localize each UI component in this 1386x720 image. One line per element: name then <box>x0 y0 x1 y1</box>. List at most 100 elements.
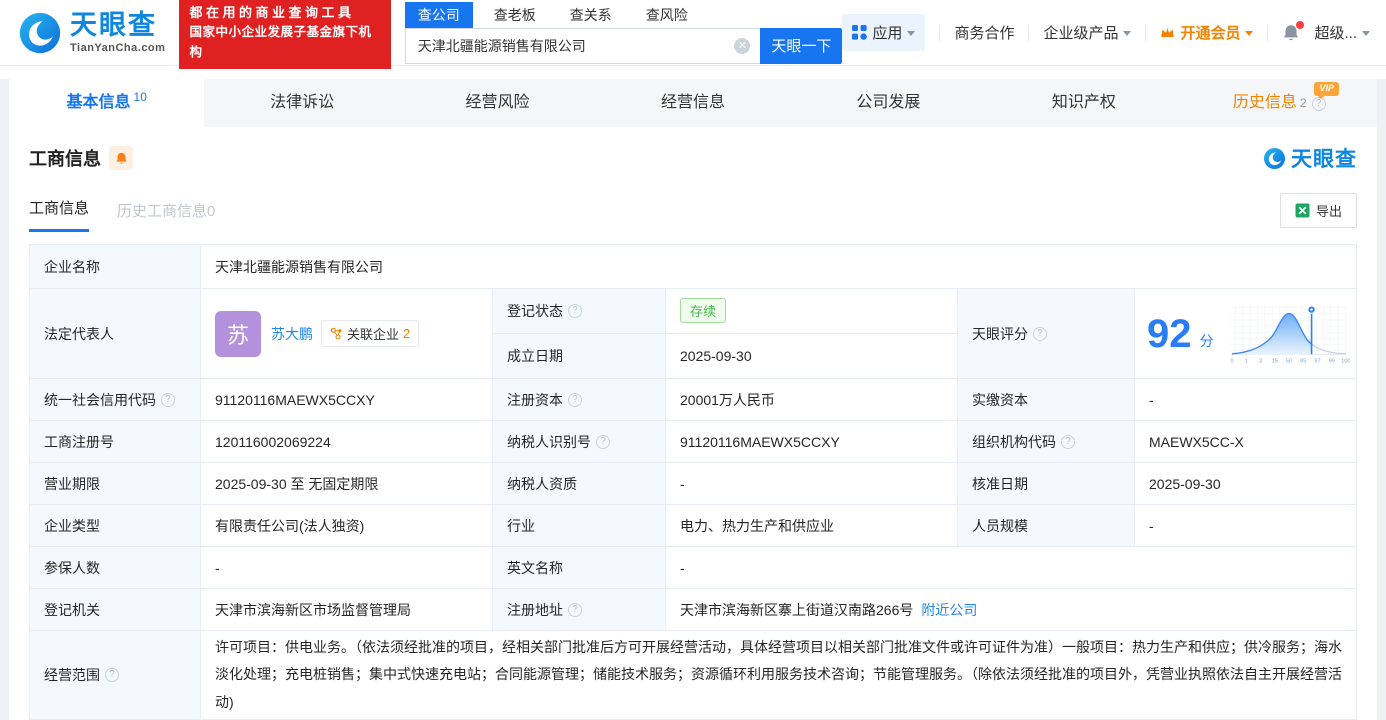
field-reg-capital-value: 20001万人民币 <box>666 379 958 421</box>
tab-basic-info[interactable]: 基本信息 10 <box>9 79 205 127</box>
legal-rep-avatar[interactable]: 苏 <box>215 310 261 357</box>
promo-banner-line1: 都在用的商业查询工具 <box>189 5 355 21</box>
header-nav: 应用 商务合作 企业级产品 开通会员 超级... <box>842 14 1370 51</box>
score-unit: 分 <box>1199 332 1214 349</box>
top-header: 天眼查 TianYanCha.com 都在用的商业查询工具 国家中小企业发展子基… <box>0 0 1386 69</box>
vip-badge: VIP <box>1314 82 1339 99</box>
business-info-card: 工商信息 天眼查 工商信息 历史工商信息0 导出 企业名称 天津北疆能源销售有限… <box>9 127 1377 720</box>
tab-basic-label: 基本信息 <box>66 94 131 111</box>
tab-basic-count: 10 <box>133 90 147 104</box>
notification-bell[interactable] <box>1282 20 1305 42</box>
tianyancha-logo[interactable]: 天眼查 TianYanCha.com <box>18 11 165 55</box>
search-tab-relation[interactable]: 查关系 <box>557 2 625 28</box>
promo-banner-line2: 国家中小企业发展子基金旗下机构 <box>189 25 372 59</box>
tab-history-label: 历史信息 <box>1232 94 1297 111</box>
help-icon[interactable]: ? <box>1061 434 1075 449</box>
nav-divider <box>1028 24 1030 41</box>
svg-text:0: 0 <box>1231 358 1234 364</box>
svg-text:85: 85 <box>1300 358 1306 364</box>
help-icon[interactable]: ? <box>596 434 610 449</box>
field-insured-count-label: 参保人数 <box>30 547 201 589</box>
apps-grid-icon <box>852 25 868 40</box>
help-icon[interactable]: ? <box>1311 97 1326 111</box>
field-reg-authority-value: 天津市滨海新区市场监督管理局 <box>201 589 493 631</box>
help-icon[interactable]: ? <box>568 392 582 407</box>
tab-ip-label: 知识产权 <box>1051 94 1116 111</box>
nav-super-vip[interactable]: 超级... <box>1314 22 1370 43</box>
field-company-name-label: 企业名称 <box>30 245 201 289</box>
field-taxpayer-id-label: 纳税人识别号? <box>493 421 666 463</box>
field-reg-address-label: 注册地址? <box>493 589 666 631</box>
nav-divider <box>939 24 941 41</box>
help-icon[interactable]: ? <box>568 303 582 318</box>
related-companies-badge[interactable]: 关联企业 2 <box>321 320 420 347</box>
export-button[interactable]: 导出 <box>1279 193 1357 228</box>
field-paid-capital-label: 实缴资本 <box>958 379 1135 421</box>
field-credit-code-label: 统一社会信用代码? <box>30 379 201 421</box>
help-icon[interactable]: ? <box>105 668 119 682</box>
field-industry-label: 行业 <box>493 505 666 547</box>
search-input[interactable] <box>404 27 761 64</box>
help-icon[interactable]: ? <box>1033 326 1047 341</box>
legal-rep-name-link[interactable]: 苏大鹏 <box>271 324 313 344</box>
field-industry-value: 电力、热力生产和供应业 <box>666 505 958 547</box>
related-companies-count: 2 <box>403 326 411 341</box>
search-tab-company[interactable]: 查公司 <box>404 1 473 28</box>
field-org-code-label: 组织机构代码? <box>958 421 1135 463</box>
nav-enterprise-products[interactable]: 企业级产品 <box>1043 22 1132 43</box>
field-taxpayer-quality-value: - <box>666 463 958 505</box>
search-button[interactable]: 天眼一下 <box>760 27 843 64</box>
nav-apps-label: 应用 <box>872 25 903 42</box>
help-icon[interactable]: ? <box>161 392 175 407</box>
subtab-history-business-info[interactable]: 历史工商信息0 <box>117 200 215 232</box>
watermark-text: 天眼查 <box>1291 148 1357 171</box>
nav-cooperation[interactable]: 商务合作 <box>954 22 1014 43</box>
tab-company-development[interactable]: 公司发展 <box>791 79 986 127</box>
score-axis-labels: 0 1 3 15 50 85 97 99 100 <box>1231 358 1350 364</box>
field-reg-number-label: 工商注册号 <box>30 421 201 463</box>
promo-banner: 都在用的商业查询工具 国家中小企业发展子基金旗下机构 <box>179 0 391 69</box>
field-english-name-label: 英文名称 <box>493 547 666 589</box>
help-icon[interactable]: ? <box>568 602 582 617</box>
nav-open-vip[interactable]: 开通会员 <box>1160 22 1254 43</box>
tab-operating-info[interactable]: 经营信息 <box>595 79 790 127</box>
tab-history-info[interactable]: VIP 历史信息 2? <box>1182 79 1377 127</box>
field-business-scope-label: 经营范围? <box>30 631 201 719</box>
nav-vip-label: 开通会员 <box>1180 25 1241 42</box>
tab-risk-label: 经营风险 <box>465 94 530 111</box>
company-tab-bar: 基本信息 10 法律诉讼 经营风险 经营信息 公司发展 知识产权 VIP 历史信息… <box>9 79 1377 127</box>
field-paid-capital-value: - <box>1135 379 1356 421</box>
search-tab-risk[interactable]: 查风险 <box>633 2 701 28</box>
crown-icon <box>1161 28 1175 37</box>
search-area: 查公司 查老板 查关系 查风险 ✕ 天眼一下 <box>404 1 843 64</box>
svg-text:1: 1 <box>1245 358 1248 364</box>
clear-search-icon[interactable]: ✕ <box>734 37 751 54</box>
field-legal-rep-label: 法定代表人 <box>30 289 201 379</box>
excel-icon <box>1295 203 1310 218</box>
field-company-type-value: 有限责任公司(法人独资) <box>201 505 493 547</box>
field-staff-size-value: - <box>1135 505 1356 547</box>
svg-text:50: 50 <box>1286 358 1292 364</box>
search-tab-boss[interactable]: 查老板 <box>481 2 549 28</box>
tab-intellectual-property[interactable]: 知识产权 <box>986 79 1181 127</box>
tab-operating-risk[interactable]: 经营风险 <box>400 79 595 127</box>
field-approval-date-label: 核准日期 <box>958 463 1135 505</box>
chevron-down-icon <box>1123 31 1132 36</box>
score-number: 92 <box>1147 311 1192 356</box>
field-reg-capital-label: 注册资本? <box>493 379 666 421</box>
chevron-down-icon <box>1362 31 1370 36</box>
tab-legal-proceedings[interactable]: 法律诉讼 <box>204 79 399 127</box>
field-establish-date-value: 2025-09-30 <box>680 347 752 364</box>
page: { "header": { "logo": {"brand": "天眼查", "… <box>0 0 1386 720</box>
nav-cooperation-label: 商务合作 <box>954 25 1015 42</box>
subscribe-bell-button[interactable] <box>109 146 133 170</box>
nearby-companies-link[interactable]: 附近公司 <box>921 600 977 620</box>
status-badge: 存续 <box>680 298 727 324</box>
subtab-business-info[interactable]: 工商信息 <box>29 197 90 232</box>
svg-text:15: 15 <box>1272 358 1278 364</box>
field-credit-code-value: 91120116MAEWX5CCXY <box>201 379 493 421</box>
nav-apps[interactable]: 应用 <box>842 14 926 51</box>
tab-legal-label: 法律诉讼 <box>270 94 335 111</box>
field-business-term-value: 2025-09-30 至 无固定期限 <box>201 463 493 505</box>
field-english-name-value: - <box>666 547 1356 589</box>
